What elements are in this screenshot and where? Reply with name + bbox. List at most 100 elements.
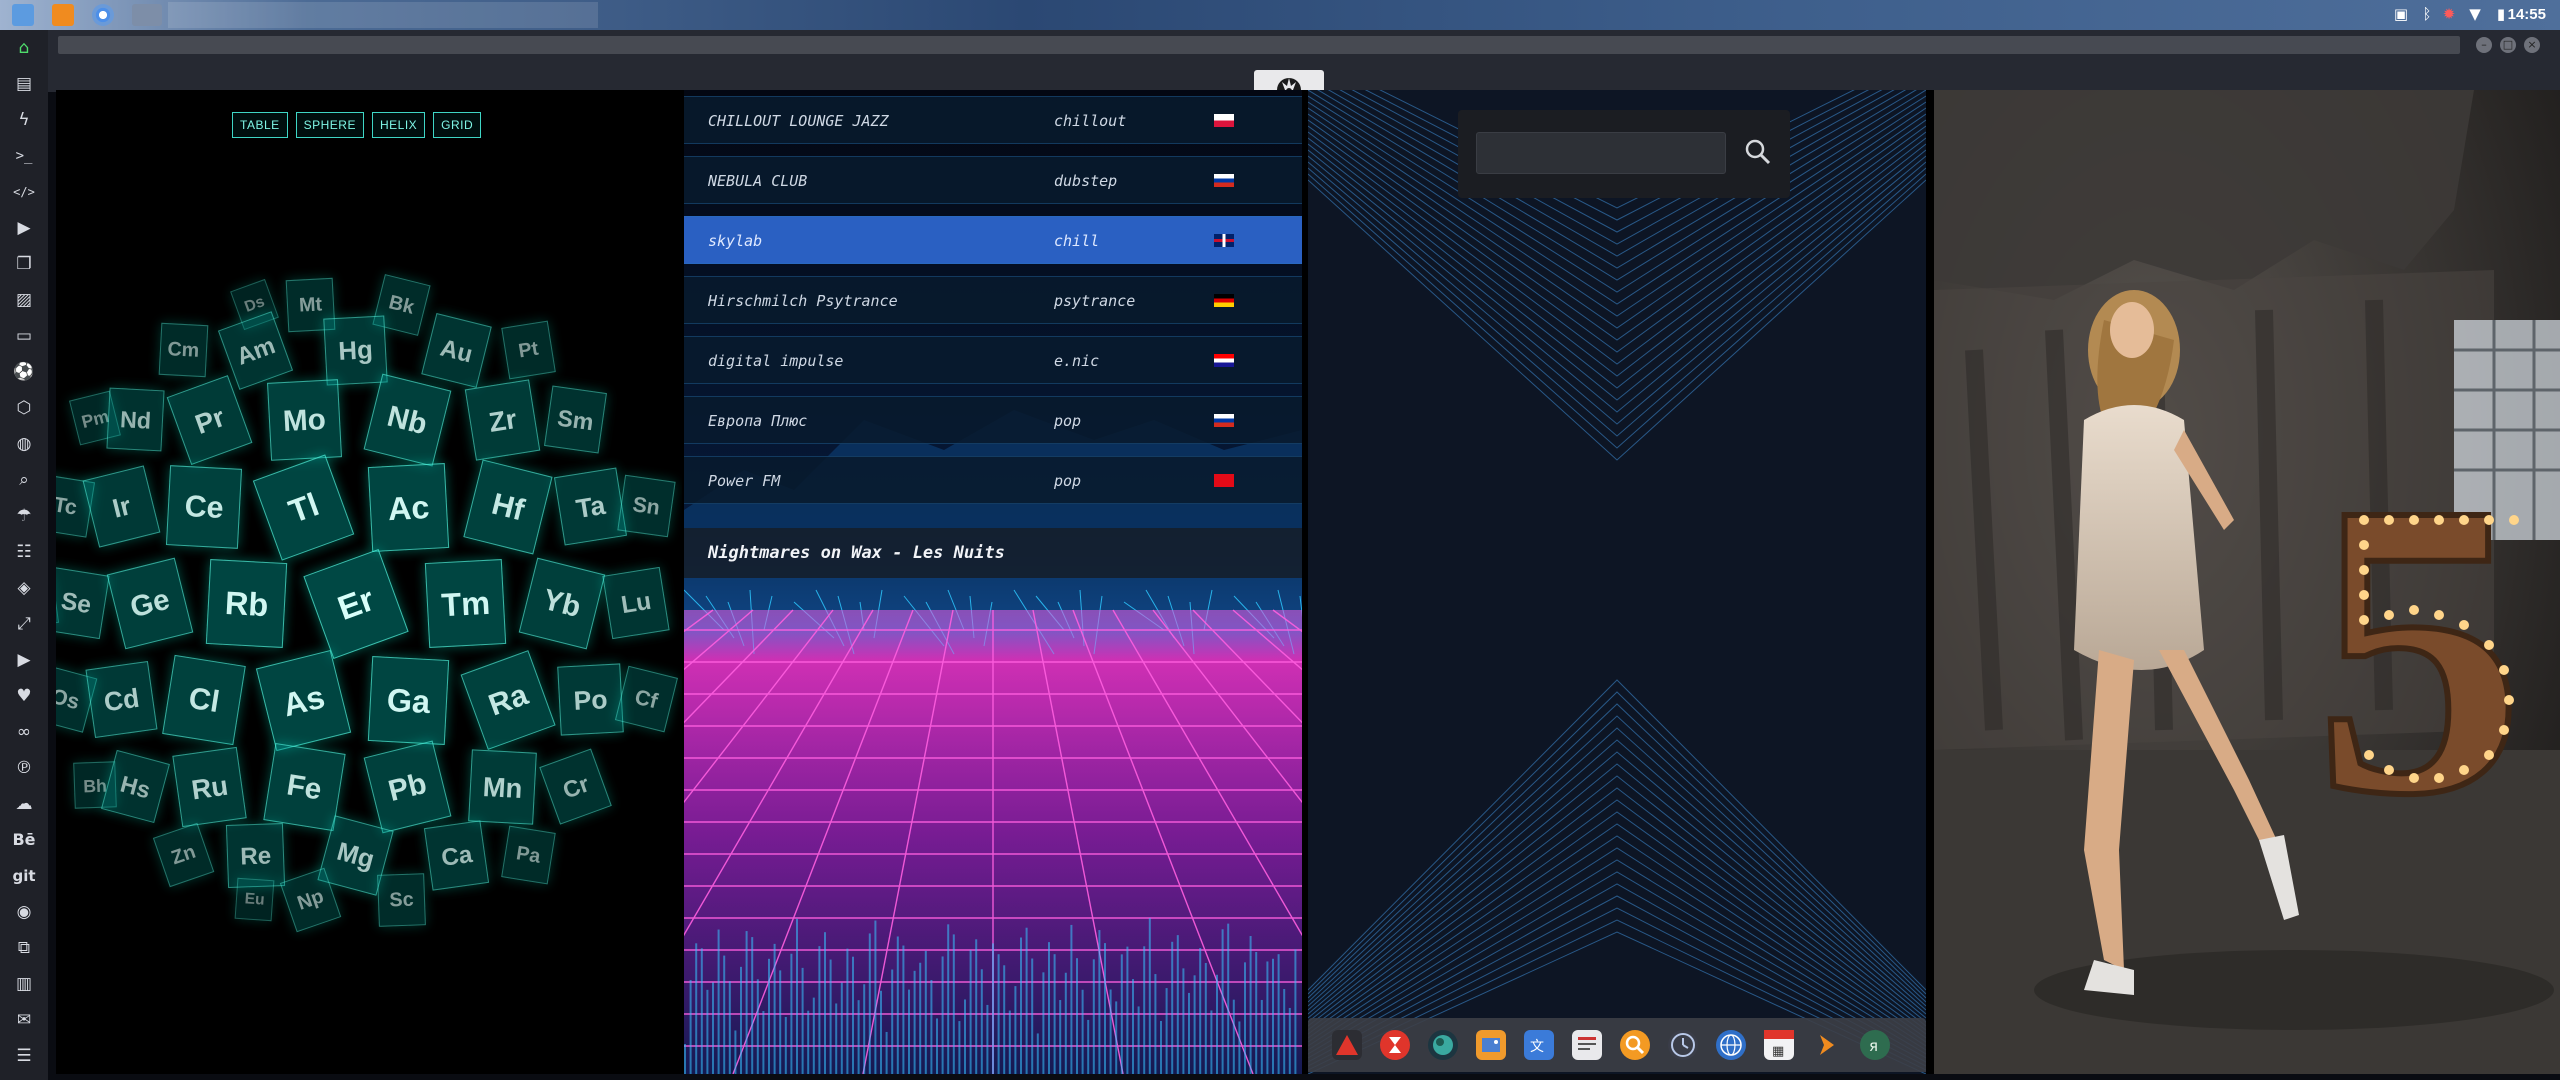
element-card[interactable]: Nb — [363, 373, 451, 467]
heart-icon[interactable]: ♥ — [10, 682, 38, 710]
earth-icon[interactable] — [1428, 1030, 1458, 1060]
element-card[interactable]: Pb — [363, 740, 451, 834]
element-card[interactable]: Pa — [501, 825, 556, 885]
github-icon[interactable]: ◉ — [10, 898, 38, 926]
element-card[interactable]: Sm — [544, 385, 608, 454]
element-card[interactable]: Tm — [424, 559, 507, 649]
element-card[interactable]: Ta — [554, 467, 628, 546]
play-icon[interactable]: ▶ — [10, 214, 38, 242]
element-card[interactable]: Er — [303, 548, 409, 660]
taskbar-active-area[interactable] — [168, 2, 598, 28]
git-icon[interactable]: git — [10, 862, 38, 890]
umbrella-icon[interactable]: ☂ — [10, 502, 38, 530]
map-icon[interactable]: ▥ — [10, 970, 38, 998]
image-icon[interactable]: ▨ — [10, 286, 38, 314]
home-icon[interactable]: ⌂ — [10, 34, 38, 62]
translate-icon[interactable]: 文 — [1524, 1030, 1554, 1060]
expand-icon[interactable]: ⤢ — [10, 610, 38, 638]
youtube-icon[interactable]: ▶ — [10, 646, 38, 674]
element-card[interactable]: Hf — [463, 459, 553, 555]
element-card[interactable]: Au — [420, 312, 492, 388]
cubes-icon[interactable]: ⧉ — [10, 934, 38, 962]
files-icon[interactable] — [12, 4, 34, 26]
station-row[interactable]: Power FM pop — [684, 456, 1302, 504]
element-card[interactable]: Pt — [501, 320, 556, 379]
mail-icon[interactable]: ✉ — [10, 1006, 38, 1034]
soccer-icon[interactable]: ⚽ — [10, 358, 38, 386]
flash-icon[interactable]: ϟ — [10, 106, 38, 134]
globe-icon[interactable] — [1716, 1030, 1746, 1060]
pinterest-icon[interactable]: ℗ — [10, 754, 38, 782]
element-card[interactable]: Po — [557, 663, 624, 736]
element-card[interactable]: Sc — [376, 873, 426, 927]
code-icon[interactable]: </> — [10, 178, 38, 206]
chromium-icon[interactable] — [92, 4, 114, 26]
search-icon[interactable] — [1620, 1030, 1650, 1060]
infinity-icon[interactable]: ∞ — [10, 718, 38, 746]
element-card[interactable]: Ga — [367, 655, 450, 745]
yandex-icon[interactable]: я — [1860, 1030, 1890, 1060]
id-card-icon[interactable]: ▭ — [10, 322, 38, 350]
element-card[interactable]: Ra — [460, 650, 556, 750]
sphere-view-button[interactable]: SPHERE — [295, 112, 364, 138]
element-card[interactable]: Nd — [106, 387, 166, 452]
element-card[interactable]: Se — [56, 566, 110, 640]
clock[interactable]: 14:55 — [2508, 6, 2546, 23]
cloud-icon[interactable]: ☁ — [10, 790, 38, 818]
table-view-button[interactable]: TABLE — [232, 112, 288, 138]
element-card[interactable]: Zn — [153, 823, 215, 888]
search-icon[interactable] — [1742, 136, 1774, 168]
forward-icon[interactable] — [1812, 1030, 1842, 1060]
element-card[interactable]: Lu — [602, 566, 670, 640]
document-icon[interactable]: ▤ — [10, 70, 38, 98]
minimize-icon[interactable]: – — [2476, 37, 2492, 53]
settings-icon[interactable]: ✹ — [2440, 5, 2458, 23]
element-card[interactable]: Ca — [423, 820, 490, 891]
maximize-icon[interactable]: □ — [2500, 37, 2516, 53]
element-card[interactable]: Rb — [205, 559, 288, 649]
element-card[interactable]: Cm — [159, 322, 209, 377]
element-sphere[interactable]: Ds Mt Bk Cm Am Hg Au Pt Pm Nd Pr Mo Nb Zr Sm Tc Ir Ce Tl Ac… — [56, 200, 682, 1060]
element-card[interactable]: Mn — [467, 749, 537, 825]
wifi-icon[interactable]: ▼ — [2466, 5, 2484, 23]
element-card[interactable]: Zr — [464, 379, 541, 461]
element-card[interactable]: Ac — [367, 463, 450, 552]
hourglass-icon[interactable] — [1380, 1030, 1410, 1060]
address-bar[interactable] — [58, 36, 2460, 54]
element-card[interactable]: Yb — [518, 557, 606, 650]
station-row[interactable]: CHILLOUT LOUNGE JAZZ chillout — [684, 96, 1302, 144]
terminal-icon[interactable]: >_ — [10, 142, 38, 170]
bluetooth-icon[interactable]: ᛒ — [2418, 5, 2436, 23]
station-row[interactable]: skylab chill — [684, 216, 1302, 264]
search-icon[interactable]: ⌕ — [10, 466, 38, 494]
news-icon[interactable] — [1572, 1030, 1602, 1060]
element-card[interactable]: Eu — [234, 877, 275, 922]
element-card[interactable]: Cd — [85, 660, 158, 739]
server-icon[interactable]: ☰ — [10, 1042, 38, 1070]
globe-icon[interactable]: ◍ — [10, 430, 38, 458]
station-row[interactable]: NEBULA CLUB dubstep — [684, 156, 1302, 204]
element-card[interactable]: Tl — [252, 454, 354, 561]
element-card[interactable]: Ce — [165, 465, 242, 549]
element-card[interactable]: Sn — [617, 475, 676, 538]
contact-icon[interactable]: ☷ — [10, 538, 38, 566]
window-icon[interactable] — [132, 4, 162, 26]
adobe-reader-icon[interactable] — [1332, 1030, 1362, 1060]
helix-view-button[interactable]: HELIX — [371, 112, 426, 138]
behance-icon[interactable]: Bē — [10, 826, 38, 854]
sublime-text-icon[interactable] — [52, 4, 74, 26]
hexagon-icon[interactable]: ⬡ — [10, 394, 38, 422]
element-card[interactable]: Hg — [323, 315, 389, 386]
element-card[interactable]: Mo — [267, 379, 342, 461]
station-row[interactable]: Европа Плюс pop — [684, 396, 1302, 444]
copy-icon[interactable]: ❐ — [10, 250, 38, 278]
photos-icon[interactable] — [1476, 1030, 1506, 1060]
search-input[interactable] — [1476, 132, 1726, 174]
grid-view-button[interactable]: GRID — [433, 112, 482, 138]
clock-icon[interactable] — [1668, 1030, 1698, 1060]
calendar-icon[interactable]: ▦ — [1764, 1030, 1794, 1060]
element-card[interactable]: Ge — [106, 557, 193, 650]
element-card[interactable]: Cl — [161, 655, 246, 745]
element-card[interactable]: As — [255, 649, 351, 751]
element-card[interactable]: Ir — [82, 465, 161, 549]
